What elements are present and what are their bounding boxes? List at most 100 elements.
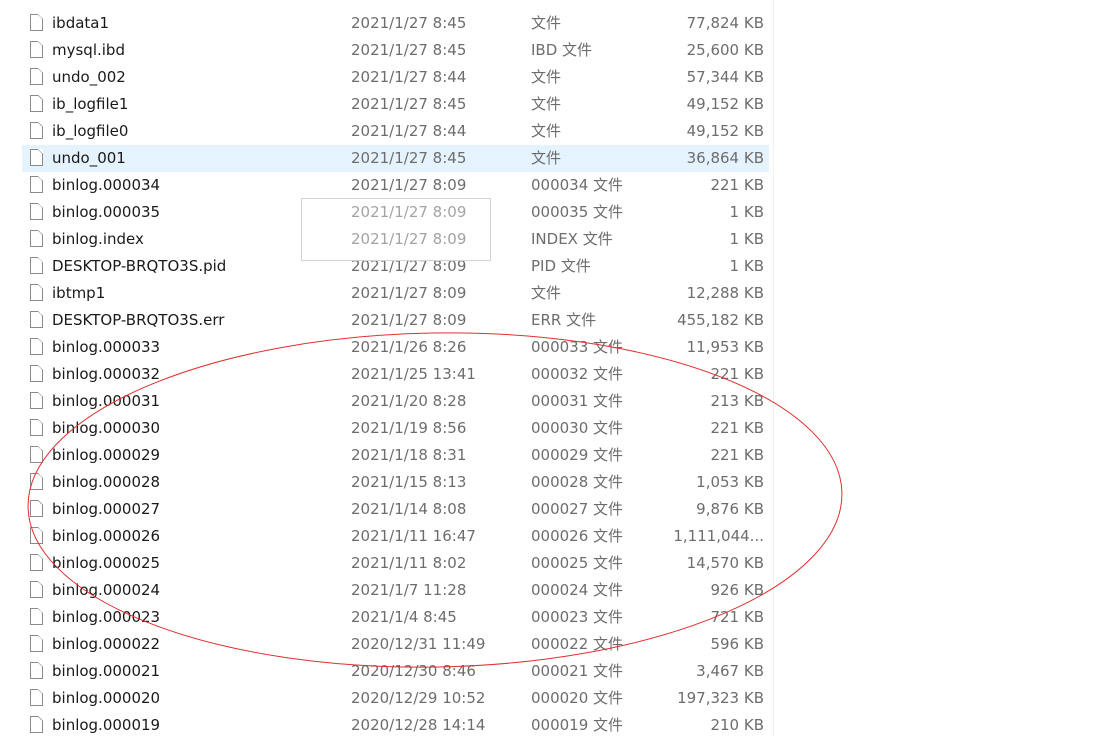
file-row[interactable]: binlog.000021 2020/12/30 8:46 000021 文件 3,4… (0, 658, 1102, 685)
file-row[interactable]: binlog.000020 2020/12/29 10:52 000020 文件 19… (0, 685, 1102, 712)
file-row[interactable]: DESKTOP-BRQTO3S.err 2021/1/27 8:09 ERR 文件 4… (0, 307, 1102, 334)
file-size: 213 KB (710, 392, 764, 410)
file-size: 1 KB (729, 230, 764, 248)
file-name: binlog.000028 (52, 473, 161, 491)
file-row[interactable]: binlog.000033 2021/1/26 8:26 000033 文件 11,9… (0, 334, 1102, 361)
file-modified-date: 2021/1/27 8:45 (351, 41, 467, 59)
file-size: 721 KB (710, 608, 764, 626)
file-row[interactable]: ib_logfile1 2021/1/27 8:45 文件 49,152 KB (0, 91, 1102, 118)
file-type: 000030 文件 (531, 419, 624, 437)
file-modified-date: 2021/1/27 8:09 (351, 230, 467, 248)
file-icon (30, 446, 43, 463)
file-row[interactable]: binlog.000035 2021/1/27 8:09 000035 文件 1 KB (0, 199, 1102, 226)
file-size: 57,344 KB (686, 68, 764, 86)
file-row[interactable]: binlog.000026 2021/1/11 16:47 000026 文件 1,1… (0, 523, 1102, 550)
file-row[interactable]: undo_001 2021/1/27 8:45 文件 36,864 KB (0, 145, 1102, 172)
file-size: 49,152 KB (686, 122, 764, 140)
file-row[interactable]: ib_logfile0 2021/1/27 8:44 文件 49,152 KB (0, 118, 1102, 145)
file-icon (30, 527, 43, 544)
file-type: 文件 (531, 284, 562, 302)
file-type: ERR 文件 (531, 311, 597, 329)
file-row[interactable]: ibtmp1 2021/1/27 8:09 文件 12,288 KB (0, 280, 1102, 307)
file-type: 文件 (531, 122, 562, 140)
file-modified-date: 2021/1/27 8:09 (351, 203, 467, 221)
file-icon (30, 230, 43, 247)
file-icon (30, 554, 43, 571)
file-type: 000032 文件 (531, 365, 624, 383)
file-row[interactable]: binlog.000031 2021/1/20 8:28 000031 文件 213 … (0, 388, 1102, 415)
file-type: 文件 (531, 149, 562, 167)
file-size: 1 KB (729, 203, 764, 221)
file-icon (30, 392, 43, 409)
file-icon (30, 149, 43, 166)
file-type: IBD 文件 (531, 41, 593, 59)
file-row[interactable]: binlog.000028 2021/1/15 8:13 000028 文件 1,05… (0, 469, 1102, 496)
file-row[interactable]: binlog.000030 2021/1/19 8:56 000030 文件 221 … (0, 415, 1102, 442)
file-modified-date: 2021/1/27 8:44 (351, 68, 467, 86)
file-size: 77,824 KB (686, 14, 764, 32)
file-size: 9,876 KB (696, 500, 764, 518)
file-row[interactable]: binlog.000024 2021/1/7 11:28 000024 文件 926 … (0, 577, 1102, 604)
file-row[interactable]: undo_002 2021/1/27 8:44 文件 57,344 KB (0, 64, 1102, 91)
file-modified-date: 2021/1/19 8:56 (351, 419, 467, 437)
file-row[interactable]: binlog.000027 2021/1/14 8:08 000027 文件 9,87… (0, 496, 1102, 523)
file-icon (30, 338, 43, 355)
file-type: 000019 文件 (531, 716, 624, 734)
file-row[interactable]: binlog.000032 2021/1/25 13:41 000032 文件 221… (0, 361, 1102, 388)
file-row[interactable]: binlog.000025 2021/1/11 8:02 000025 文件 14,5… (0, 550, 1102, 577)
file-icon (30, 311, 43, 328)
file-type: 000021 文件 (531, 662, 624, 680)
file-modified-date: 2020/12/30 8:46 (351, 662, 476, 680)
file-modified-date: 2021/1/27 8:44 (351, 122, 467, 140)
file-name: binlog.000021 (52, 662, 161, 680)
file-icon (30, 122, 43, 139)
file-name: binlog.000023 (52, 608, 161, 626)
file-row[interactable]: ibdata1 2021/1/27 8:45 文件 77,824 KB (0, 10, 1102, 37)
file-row[interactable]: binlog.000029 2021/1/18 8:31 000029 文件 221 … (0, 442, 1102, 469)
file-type: 000034 文件 (531, 176, 624, 194)
file-icon (30, 41, 43, 58)
file-size: 221 KB (710, 419, 764, 437)
file-modified-date: 2021/1/7 11:28 (351, 581, 467, 599)
file-size: 221 KB (710, 176, 764, 194)
file-size: 36,864 KB (686, 149, 764, 167)
file-type: 000020 文件 (531, 689, 624, 707)
file-modified-date: 2021/1/26 8:26 (351, 338, 467, 356)
file-name: DESKTOP-BRQTO3S.pid (52, 257, 227, 275)
file-type: 000025 文件 (531, 554, 624, 572)
file-modified-date: 2020/12/31 11:49 (351, 635, 486, 653)
file-size: 14,570 KB (686, 554, 764, 572)
file-modified-date: 2021/1/11 8:02 (351, 554, 467, 572)
file-icon (30, 662, 43, 679)
file-name: undo_001 (52, 149, 126, 167)
file-size: 1 KB (729, 257, 764, 275)
file-size: 49,152 KB (686, 95, 764, 113)
file-icon (30, 635, 43, 652)
file-icon (30, 689, 43, 706)
file-modified-date: 2021/1/27 8:09 (351, 257, 467, 275)
file-row[interactable]: DESKTOP-BRQTO3S.pid 2021/1/27 8:09 PID 文件 1… (0, 253, 1102, 280)
file-type: 000028 文件 (531, 473, 624, 491)
file-row[interactable]: binlog.index 2021/1/27 8:09 INDEX 文件 1 KB (0, 226, 1102, 253)
file-modified-date: 2020/12/29 10:52 (351, 689, 486, 707)
file-row[interactable]: binlog.000019 2020/12/28 14:14 000019 文件 21… (0, 712, 1102, 739)
file-list: ibdata1 2021/1/27 8:45 文件 77,824 KB mysql.ib… (0, 10, 1102, 739)
file-name: binlog.000034 (52, 176, 161, 194)
file-modified-date: 2021/1/27 8:09 (351, 311, 467, 329)
file-name: binlog.000033 (52, 338, 161, 356)
file-size: 455,182 KB (677, 311, 764, 329)
file-row[interactable]: mysql.ibd 2021/1/27 8:45 IBD 文件 25,600 KB (0, 37, 1102, 64)
file-size: 3,467 KB (696, 662, 764, 680)
file-type: PID 文件 (531, 257, 591, 275)
file-name: binlog.000026 (52, 527, 161, 545)
file-name: binlog.000035 (52, 203, 161, 221)
file-icon (30, 68, 43, 85)
file-modified-date: 2021/1/27 8:09 (351, 284, 467, 302)
file-type: 000026 文件 (531, 527, 624, 545)
file-row[interactable]: binlog.000034 2021/1/27 8:09 000034 文件 221 … (0, 172, 1102, 199)
file-modified-date: 2021/1/20 8:28 (351, 392, 467, 410)
file-row[interactable]: binlog.000023 2021/1/4 8:45 000023 文件 721 K… (0, 604, 1102, 631)
file-type: 000023 文件 (531, 608, 624, 626)
file-name: binlog.000020 (52, 689, 161, 707)
file-row[interactable]: binlog.000022 2020/12/31 11:49 000022 文件 59… (0, 631, 1102, 658)
